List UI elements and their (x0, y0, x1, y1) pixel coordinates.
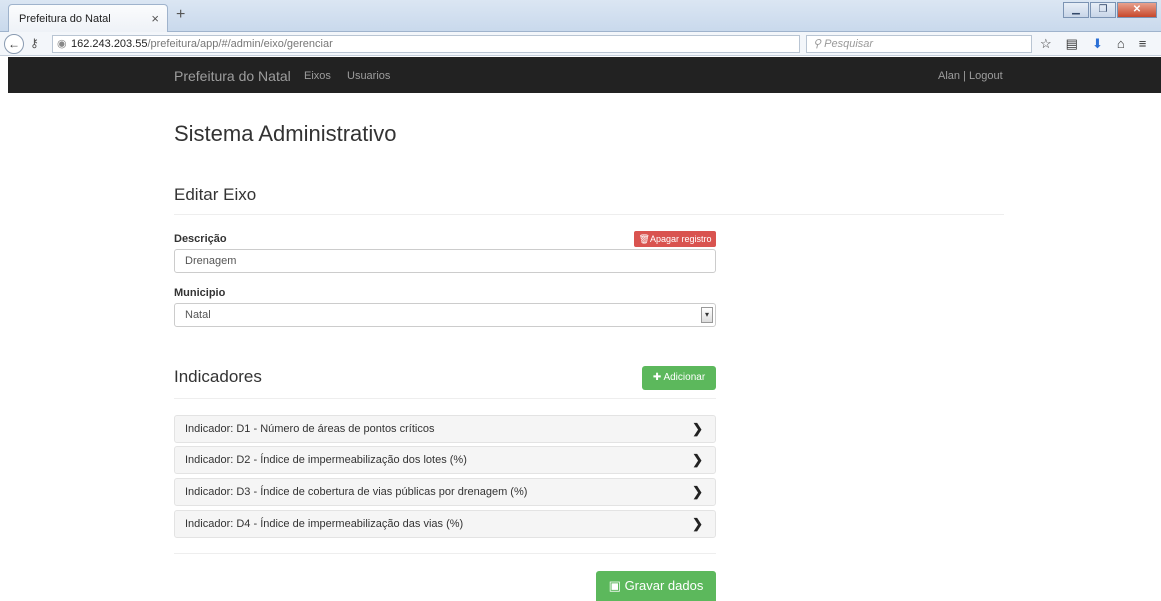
descricao-input[interactable]: Drenagem (174, 249, 716, 273)
add-indicator-label: Adicionar (663, 372, 706, 383)
indicadores-title: Indicadores (174, 367, 262, 386)
municipio-selected-value: Natal (185, 309, 211, 321)
browser-toolbar: ← ⚷ ◉ 162.243.203.55/prefeitura/app/#/ad… (0, 32, 1161, 70)
browser-tab-bar: Prefeitura do Natal × + ▁ ❐ ✕ (0, 0, 1161, 32)
chevron-right-icon: ❯ (692, 452, 703, 467)
window-controls: ▁ ❐ ✕ (1063, 2, 1157, 18)
bookmarks-list-icon[interactable]: ▤ (1066, 36, 1078, 52)
divider (174, 398, 716, 399)
chevron-right-icon: ❯ (692, 421, 703, 436)
menu-icon[interactable]: ≡ (1139, 36, 1147, 52)
search-input[interactable]: ⚲ Pesquisar (806, 35, 1032, 53)
url-path: /prefeitura/app/#/admin/eixo/gerenciar (147, 38, 333, 50)
indicator-item-d2[interactable]: Indicador: D2 - Índice de impermeabiliza… (174, 446, 716, 474)
indicator-label: Indicador: D2 - Índice de impermeabiliza… (185, 454, 467, 466)
indicator-label: Indicador: D3 - Índice de cobertura de v… (185, 486, 528, 498)
chevron-right-icon: ❯ (692, 484, 703, 499)
indicator-item-d3[interactable]: Indicador: D3 - Índice de cobertura de v… (174, 478, 716, 506)
indicator-label: Indicador: D4 - Índice de impermeabiliza… (185, 518, 464, 530)
indicator-item-d4[interactable]: Indicador: D4 - Índice de impermeabiliza… (174, 510, 716, 538)
user-logout-link[interactable]: Alan | Logout (938, 70, 1003, 82)
search-placeholder: Pesquisar (824, 38, 874, 50)
delete-record-button[interactable]: 🗑Apagar registro (634, 231, 716, 247)
nav-link-usuarios[interactable]: Usuarios (347, 70, 390, 82)
bookmark-star-icon[interactable]: ☆ (1040, 36, 1052, 52)
dropdown-arrow-icon[interactable]: ▾ (701, 307, 713, 323)
tab-close-icon[interactable]: × (151, 11, 159, 26)
edit-section-title: Editar Eixo (174, 185, 257, 204)
back-icon[interactable]: ← (4, 34, 24, 54)
url-bar[interactable]: ◉ 162.243.203.55/prefeitura/app/#/admin/… (52, 35, 841, 70)
download-icon[interactable]: ⬇ (1092, 36, 1103, 52)
browser-tab[interactable]: Prefeitura do Natal × (8, 4, 168, 32)
close-window-icon[interactable]: ✕ (1117, 2, 1157, 18)
search-icon: ⚲ (813, 38, 825, 50)
add-indicator-button[interactable]: ✚ Adicionar (642, 366, 716, 390)
municipio-label: Municipio (174, 287, 226, 299)
url-host: 162.243.203.55 (71, 38, 148, 50)
new-tab-button[interactable]: + (176, 6, 185, 24)
indicator-label: Indicador: D1 - Número de áreas de ponto… (185, 423, 435, 435)
globe-icon: ◉ (57, 38, 67, 50)
chevron-right-icon: ❯ (692, 516, 703, 531)
plus-icon: ✚ (652, 372, 664, 383)
divider (174, 214, 1004, 215)
descricao-label: Descrição (174, 233, 227, 245)
save-icon: ▣ (608, 578, 625, 593)
nav-link-eixos[interactable]: Eixos (304, 70, 331, 82)
key-icon[interactable]: ⚷ (30, 36, 39, 50)
tab-title: Prefeitura do Natal (19, 13, 111, 25)
home-icon[interactable]: ⌂ (1117, 36, 1125, 52)
save-button-label: Gravar dados (624, 578, 704, 593)
maximize-icon[interactable]: ❐ (1090, 2, 1116, 18)
brand-link[interactable]: Prefeitura do Natal (174, 68, 291, 84)
trash-icon: 🗑 (638, 234, 650, 244)
save-button[interactable]: ▣ Gravar dados (596, 571, 716, 601)
minimize-icon[interactable]: ▁ (1063, 2, 1089, 18)
page-title: Sistema Administrativo (174, 121, 397, 146)
delete-record-label: Apagar registro (649, 234, 712, 244)
municipio-select[interactable]: Natal ▾ (174, 303, 716, 327)
indicator-item-d1[interactable]: Indicador: D1 - Número de áreas de ponto… (174, 415, 716, 443)
site-navbar: Prefeitura do Natal Eixos Usuarios Alan … (8, 57, 1161, 93)
browser-icons: ☆ ▤ ⬇ ⌂ ≡ (1040, 36, 1146, 52)
divider (174, 553, 716, 554)
